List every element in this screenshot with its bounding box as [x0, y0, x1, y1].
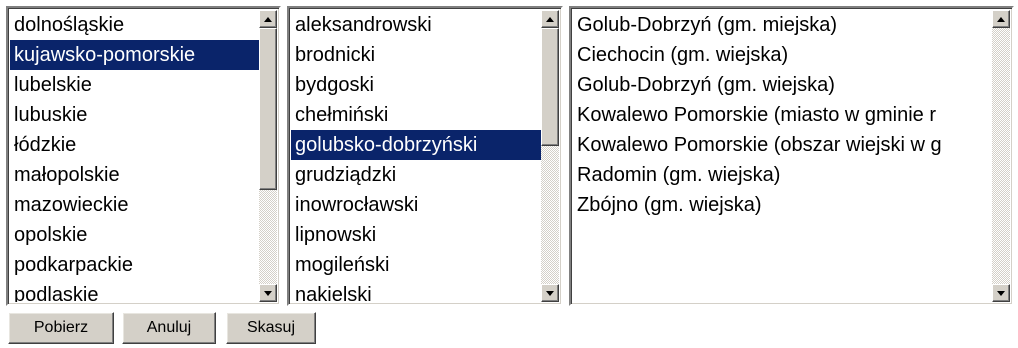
county-option[interactable]: brodnicki — [291, 40, 541, 70]
arrow-down-icon — [997, 290, 1005, 296]
county-option[interactable]: chełmiński — [291, 100, 541, 130]
voivodeship-option[interactable]: kujawsko-pomorskie — [10, 40, 259, 70]
scroll-up-button[interactable] — [259, 10, 277, 28]
county-option[interactable]: mogileński — [291, 250, 541, 280]
scroll-down-button[interactable] — [259, 284, 277, 302]
voivodeship-option[interactable]: podkarpackie — [10, 250, 259, 280]
voivodeship-scrollbar[interactable] — [259, 10, 277, 302]
county-option[interactable]: inowrocławski — [291, 190, 541, 220]
voivodeship-option[interactable]: podlaskie — [10, 280, 259, 302]
voivodeship-option[interactable]: lubelskie — [10, 70, 259, 100]
county-option[interactable]: bydgoski — [291, 70, 541, 100]
scroll-track[interactable] — [992, 28, 1010, 284]
scroll-thumb[interactable] — [259, 28, 277, 190]
scroll-up-button[interactable] — [992, 10, 1010, 28]
commune-listbox[interactable]: Golub-Dobrzyń (gm. miejska) Ciechocin (gm… — [569, 6, 1014, 306]
county-option[interactable]: golubsko-dobrzyński — [291, 130, 541, 160]
county-option[interactable]: aleksandrowski — [291, 10, 541, 40]
commune-option[interactable]: Kowalewo Pomorskie (miasto w gminie r — [573, 100, 992, 130]
voivodeship-option[interactable]: mazowieckie — [10, 190, 259, 220]
arrow-up-icon — [264, 16, 272, 22]
county-items: aleksandrowski brodnicki bydgoski chełmińsk… — [291, 10, 541, 302]
commune-option[interactable]: Radomin (gm. wiejska) — [573, 160, 992, 190]
voivodeship-option[interactable]: łódzkie — [10, 130, 259, 160]
voivodeship-option[interactable]: opolskie — [10, 220, 259, 250]
voivodeship-listbox[interactable]: dolnośląskie kujawsko-pomorskie lubelskie l… — [6, 6, 281, 306]
commune-scrollbar[interactable] — [992, 10, 1010, 302]
arrow-up-icon — [997, 16, 1005, 22]
voivodeship-items: dolnośląskie kujawsko-pomorskie lubelskie l… — [10, 10, 259, 302]
commune-option[interactable]: Golub-Dobrzyń (gm. wiejska) — [573, 70, 992, 100]
scroll-thumb[interactable] — [541, 28, 559, 146]
commune-option[interactable]: Zbójno (gm. wiejska) — [573, 190, 992, 220]
voivodeship-option[interactable]: dolnośląskie — [10, 10, 259, 40]
arrow-down-icon — [546, 290, 554, 296]
county-option[interactable]: nakielski — [291, 280, 541, 302]
arrow-up-icon — [546, 16, 554, 22]
arrow-down-icon — [264, 290, 272, 296]
scroll-down-button[interactable] — [992, 284, 1010, 302]
county-option[interactable]: lipnowski — [291, 220, 541, 250]
clear-button[interactable]: Skasuj — [226, 312, 316, 344]
scroll-up-button[interactable] — [541, 10, 559, 28]
fetch-button[interactable]: Pobierz — [8, 312, 114, 344]
county-listbox[interactable]: aleksandrowski brodnicki bydgoski chełmińsk… — [287, 6, 563, 306]
county-scrollbar[interactable] — [541, 10, 559, 302]
voivodeship-option[interactable]: lubuskie — [10, 100, 259, 130]
commune-option[interactable]: Kowalewo Pomorskie (obszar wiejski w g — [573, 130, 992, 160]
county-option[interactable]: grudziądzki — [291, 160, 541, 190]
cancel-button[interactable]: Anuluj — [122, 312, 216, 344]
commune-option[interactable]: Golub-Dobrzyń (gm. miejska) — [573, 10, 992, 40]
scroll-down-button[interactable] — [541, 284, 559, 302]
voivodeship-option[interactable]: małopolskie — [10, 160, 259, 190]
commune-option[interactable]: Ciechocin (gm. wiejska) — [573, 40, 992, 70]
commune-items: Golub-Dobrzyń (gm. miejska) Ciechocin (gm… — [573, 10, 992, 302]
